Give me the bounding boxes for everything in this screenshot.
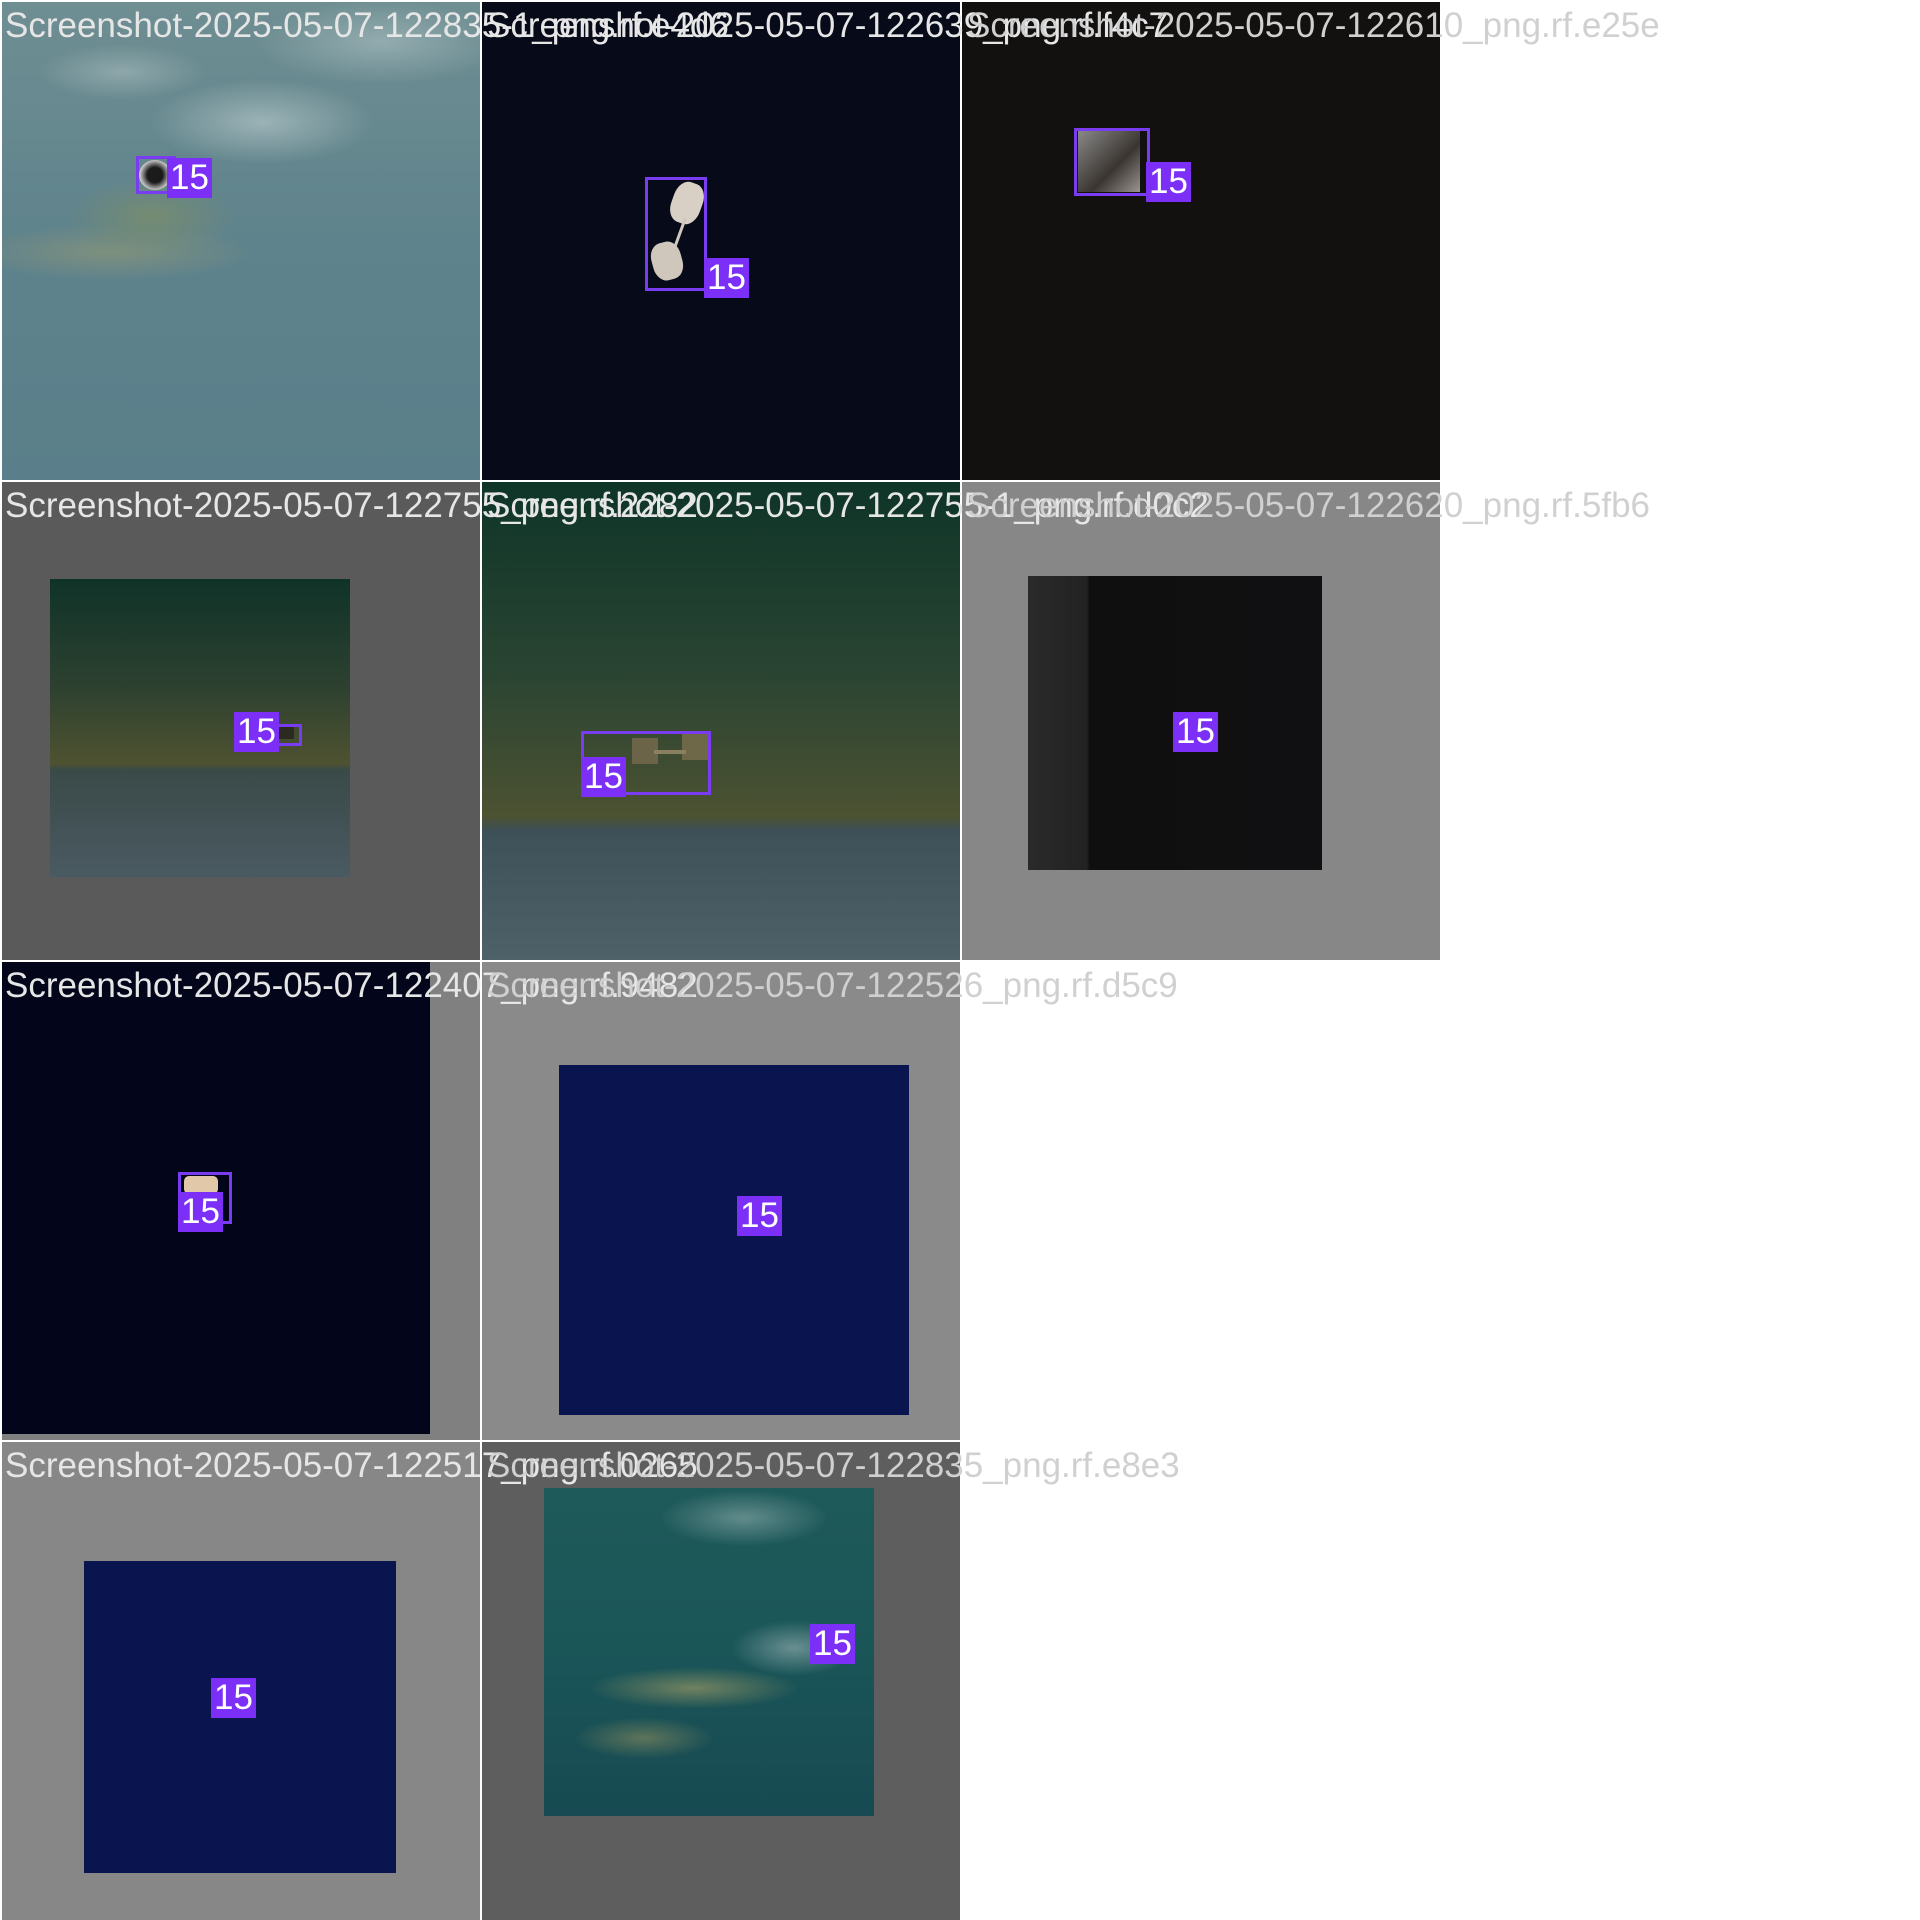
- satellite-image: [962, 2, 1440, 480]
- class-label: 15: [810, 1624, 855, 1664]
- image-caption: Screenshot-2025-05-07-122526_png.rf.d5c9: [487, 966, 1178, 1005]
- image-tile-4[interactable]: 15: [2, 482, 480, 960]
- image-tile-8[interactable]: 15: [482, 962, 960, 1440]
- image-tile-10[interactable]: 15: [482, 1442, 960, 1920]
- class-label: 15: [704, 258, 749, 298]
- class-label: 15: [1173, 712, 1218, 752]
- image-tile-5[interactable]: 15: [482, 482, 960, 960]
- satellite-image: [2, 2, 480, 480]
- satellite-image: [50, 579, 350, 877]
- image-caption: Screenshot-2025-05-07-122610_png.rf.e25e: [967, 6, 1660, 45]
- image-tile-6[interactable]: 15: [962, 482, 1440, 960]
- image-tile-1[interactable]: 15: [2, 2, 480, 480]
- image-caption: Screenshot-2025-05-07-122835_png.rf.e8e3: [487, 1446, 1180, 1485]
- image-caption: Screenshot-2025-05-07-122620_png.rf.5fb6: [967, 486, 1650, 525]
- class-label: 15: [234, 712, 279, 752]
- detection-box[interactable]: [645, 177, 707, 291]
- satellite-image: [482, 2, 960, 480]
- image-tile-9[interactable]: 15: [2, 1442, 480, 1920]
- class-label: 15: [737, 1196, 782, 1236]
- class-label: 15: [211, 1678, 256, 1718]
- image-tile-2[interactable]: 15: [482, 2, 960, 480]
- class-label: 15: [167, 158, 212, 198]
- image-tile-3[interactable]: 15: [962, 2, 1440, 480]
- class-label: 15: [178, 1192, 223, 1232]
- image-tile-7[interactable]: 15: [2, 962, 480, 1440]
- class-label: 15: [581, 757, 626, 797]
- class-label: 15: [1146, 162, 1191, 202]
- detection-box[interactable]: [1074, 128, 1150, 196]
- satellite-image: [559, 1065, 909, 1415]
- satellite-image: [482, 482, 960, 960]
